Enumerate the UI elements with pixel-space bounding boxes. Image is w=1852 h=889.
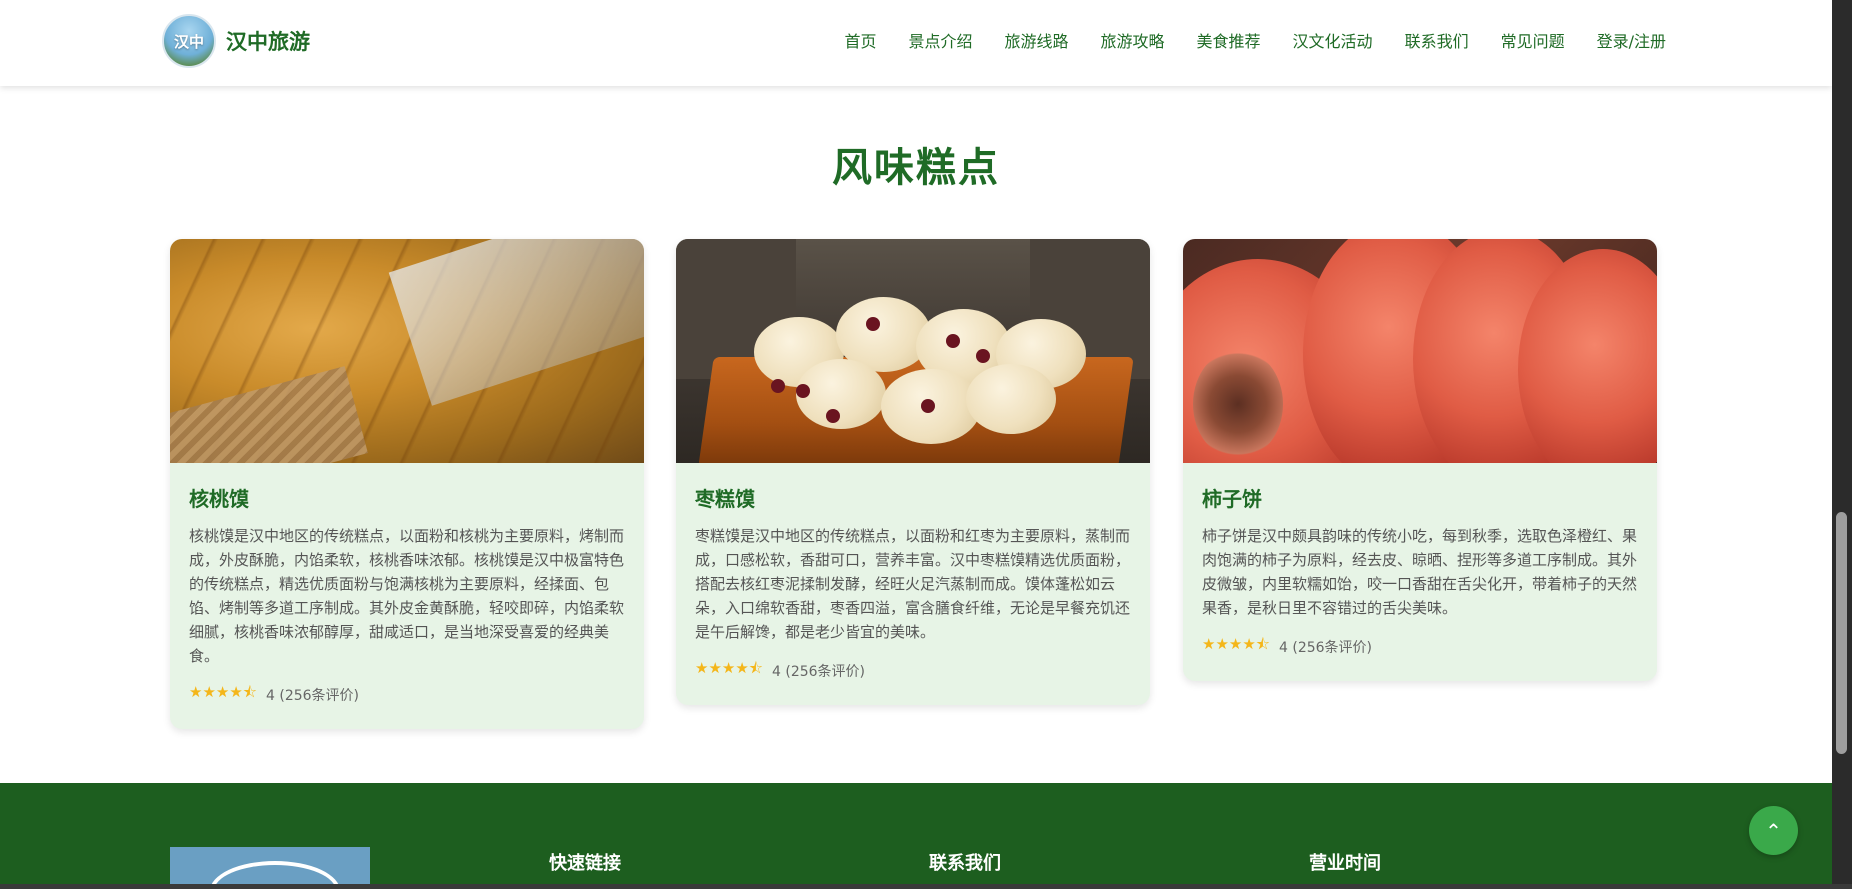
nav-contact[interactable]: 联系我们	[1405, 28, 1469, 52]
image-persimmon-center	[1193, 349, 1283, 459]
card-body: 核桃馍 核桃馍是汉中地区的传统糕点，以面粉和核桃为主要原料，烤制而成，外皮酥脆，…	[170, 463, 644, 729]
nav-home[interactable]: 首页	[844, 28, 876, 52]
card-title: 柿子饼	[1202, 487, 1262, 511]
image-date	[826, 409, 840, 423]
rating-text: 4 (256条评价)	[1279, 639, 1373, 656]
nav-login-register[interactable]: 登录/注册	[1597, 28, 1666, 52]
food-image-persimmon-cake	[1183, 239, 1657, 463]
footer-heading-contact: 联系我们	[929, 853, 1001, 874]
scrollbar-thumb[interactable]	[1836, 512, 1847, 754]
footer-logo-image	[170, 847, 370, 889]
nav-attractions[interactable]: 景点介绍	[908, 28, 972, 52]
rating-text: 4 (256条评价)	[772, 663, 866, 680]
site-header: 汉中 汉中旅游 首页 景点介绍 旅游线路 旅游攻略 美食推荐 汉文化活动 联系我…	[0, 0, 1832, 86]
food-image-date-bun	[676, 239, 1150, 463]
footer-heading-quick-links: 快速链接	[549, 853, 621, 874]
card-body: 柿子饼 柿子饼是汉中颇具韵味的传统小吃，每到秋季，选取色泽橙红、果肉饱满的柿子为…	[1183, 463, 1657, 681]
brand-logo[interactable]: 汉中 汉中旅游	[162, 14, 310, 68]
image-bun	[966, 364, 1056, 434]
image-date	[946, 334, 960, 348]
nav-faq[interactable]: 常见问题	[1501, 28, 1565, 52]
food-card-walnut-bun[interactable]: 核桃馍 核桃馍是汉中地区的传统糕点，以面粉和核桃为主要原料，烤制而成，外皮酥脆，…	[170, 239, 644, 729]
site-footer	[0, 783, 1832, 889]
card-description: 核桃馍是汉中地区的传统糕点，以面粉和核桃为主要原料，烤制而成，外皮酥脆，内馅柔软…	[189, 527, 625, 665]
image-bun	[796, 359, 886, 429]
image-date	[976, 349, 990, 363]
image-date	[771, 379, 785, 393]
nav-routes[interactable]: 旅游线路	[1005, 28, 1069, 52]
back-to-top-button[interactable]: ⌃	[1749, 806, 1798, 855]
nav-food[interactable]: 美食推荐	[1197, 28, 1261, 52]
card-title: 枣糕馍	[695, 487, 755, 511]
card-description: 枣糕馍是汉中地区的传统糕点，以面粉和红枣为主要原料，蒸制而成，口感松软，香甜可口…	[695, 527, 1131, 641]
card-body: 枣糕馍 枣糕馍是汉中地区的传统糕点，以面粉和红枣为主要原料，蒸制而成，口感松软，…	[676, 463, 1150, 705]
rating: ★★★★⯪ 4 (256条评价)	[695, 658, 1131, 683]
logo-badge: 汉中	[162, 14, 216, 68]
nav-han-culture[interactable]: 汉文化活动	[1293, 28, 1373, 52]
card-description: 柿子饼是汉中颇具韵味的传统小吃，每到秋季，选取色泽橙红、果肉饱满的柿子为原料，经…	[1202, 527, 1638, 617]
star-rating-icon: ★★★★⯪	[189, 683, 258, 701]
food-card-persimmon-cake[interactable]: 柿子饼 柿子饼是汉中颇具韵味的传统小吃，每到秋季，选取色泽橙红、果肉饱满的柿子为…	[1183, 239, 1657, 681]
footer-heading-hours: 营业时间	[1309, 853, 1381, 874]
star-rating-icon: ★★★★⯪	[695, 659, 764, 677]
food-image-walnut-bun	[170, 239, 644, 463]
card-title: 核桃馍	[189, 487, 249, 511]
window-bottom-edge	[0, 884, 1852, 889]
food-card-date-bun[interactable]: 枣糕馍 枣糕馍是汉中地区的传统糕点，以面粉和红枣为主要原料，蒸制而成，口感松软，…	[676, 239, 1150, 705]
rating-text: 4 (256条评价)	[266, 687, 360, 704]
image-board-shape	[170, 366, 368, 463]
rating: ★★★★⯪ 4 (256条评价)	[1202, 634, 1638, 659]
rating: ★★★★⯪ 4 (256条评价)	[189, 682, 625, 707]
image-date	[796, 384, 810, 398]
brand-name: 汉中旅游	[226, 30, 310, 54]
page-scrollbar[interactable]	[1832, 0, 1852, 889]
section-title: 风味糕点	[832, 145, 1000, 191]
star-rating-icon: ★★★★⯪	[1202, 635, 1271, 653]
image-tray-shape	[388, 239, 644, 406]
image-date	[921, 399, 935, 413]
page-viewport: 汉中 汉中旅游 首页 景点介绍 旅游线路 旅游攻略 美食推荐 汉文化活动 联系我…	[0, 0, 1832, 889]
nav-guides[interactable]: 旅游攻略	[1101, 28, 1165, 52]
image-date	[866, 317, 880, 331]
chevron-up-icon: ⌃	[1765, 818, 1782, 843]
main-nav: 首页 景点介绍 旅游线路 旅游攻略 美食推荐 汉文化活动 联系我们 常见问题 登…	[812, 28, 1666, 52]
